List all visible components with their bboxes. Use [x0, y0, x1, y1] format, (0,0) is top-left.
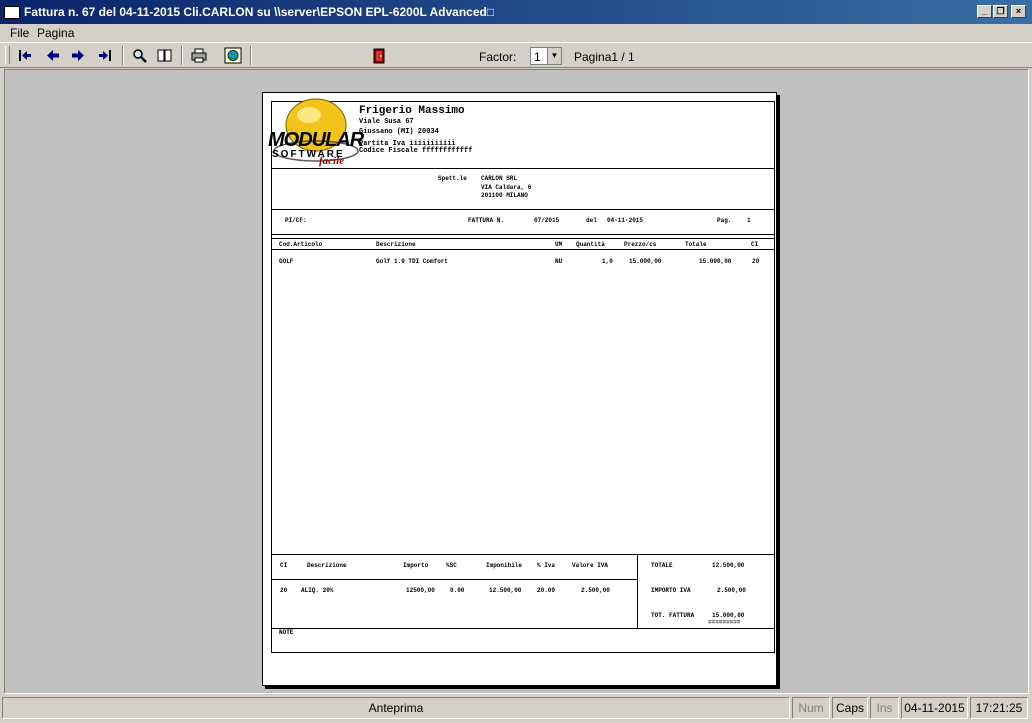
divider — [271, 628, 775, 629]
toolbar: Factor: 1 ▼ Pagina1 / 1 — [0, 42, 1032, 68]
col-total: Totale — [685, 241, 707, 248]
vat-col-value: Valore IVA — [572, 562, 609, 569]
toolbar-grip — [5, 46, 10, 64]
two-pages-icon[interactable] — [156, 47, 174, 64]
vat-row-ci: 20 — [280, 587, 288, 594]
menu-bar: File Pagina — [0, 24, 1032, 42]
col-description: Descrizione — [376, 241, 416, 248]
toolbar-separator — [122, 46, 124, 65]
row-description: Golf 1.9 TDI Comfort — [376, 258, 449, 265]
status-caps: Caps — [832, 697, 868, 719]
divider — [271, 249, 775, 250]
company-fiscal-code: Codice Fiscale ffffffffffff — [359, 147, 473, 155]
col-price: Prezzo/cs — [624, 241, 657, 248]
row-ci: 20 — [752, 258, 760, 265]
row-code: GOLF — [279, 258, 294, 265]
col-code: Cod.Articolo — [279, 241, 323, 248]
recipient-label: Spett.le — [438, 175, 467, 182]
vat-col-discount: %SC — [446, 562, 457, 569]
divider — [271, 579, 637, 580]
invoice-total-value: 15.000,00 — [712, 612, 745, 619]
status-ins: Ins — [870, 697, 899, 719]
vat-col-rate: % Iva — [537, 562, 556, 569]
factor-select[interactable]: 1 ▼ — [530, 47, 562, 65]
previous-page-icon[interactable] — [44, 47, 62, 64]
toolbar-separator — [181, 46, 183, 65]
row-total: 15.000,00 — [699, 258, 732, 265]
status-main: Anteprima — [2, 697, 790, 719]
window-icon — [4, 6, 20, 19]
menu-pagina[interactable]: Pagina — [37, 26, 74, 40]
page-number: 1 — [747, 217, 751, 224]
restore-button[interactable]: ❐ — [993, 5, 1008, 18]
vat-row-value: 2.500,00 — [581, 587, 610, 594]
row-price: 15.000,00 — [629, 258, 662, 265]
divider — [637, 554, 638, 629]
divider — [271, 209, 775, 210]
last-page-icon[interactable] — [96, 47, 114, 64]
row-quantity: 1,0 — [602, 258, 613, 265]
col-quantity: Quantità — [576, 241, 605, 248]
minimize-button[interactable]: _ — [977, 5, 992, 18]
invoice-number: 67/2015 — [534, 217, 560, 224]
exit-door-icon[interactable] — [370, 47, 388, 64]
company-name: Frigerio Massimo — [359, 105, 465, 117]
invoice-total-label: TOT. FATTURA — [651, 612, 695, 619]
date-label: del — [586, 217, 597, 224]
vat-row-amount: 12500,00 — [406, 587, 435, 594]
status-num: Num — [792, 697, 830, 719]
page-indicator: Pagina1 / 1 — [574, 50, 635, 64]
first-page-icon[interactable] — [16, 47, 34, 64]
divider — [271, 554, 775, 555]
divider — [271, 234, 775, 235]
toolbar-separator — [250, 46, 252, 65]
vat-col-amount: Importo — [403, 562, 429, 569]
close-button[interactable]: × — [1011, 5, 1026, 18]
export-globe-icon[interactable] — [224, 47, 242, 64]
vat-amount-label: IMPORTO IVA — [651, 587, 691, 594]
vat-col-description: Descrizione — [307, 562, 347, 569]
chevron-down-icon[interactable]: ▼ — [547, 48, 561, 64]
total-value: 12.500,00 — [712, 562, 745, 569]
window-title: Fattura n. 67 del 04-11-2015 Cli.CARLON … — [24, 5, 495, 19]
recipient-city: 201100 MILANO — [481, 192, 528, 199]
recipient-street: VIA Caldara, 6 — [481, 184, 532, 191]
document-type: FATTURA N. — [468, 217, 505, 224]
vat-amount-value: 2.500,00 — [717, 587, 746, 594]
vat-row-rate: 20.00 — [537, 587, 556, 594]
pi-cf-label: PI/CF: — [285, 217, 307, 224]
logo-text-facile: facile — [319, 155, 345, 167]
company-address: Viale Susa 67 — [359, 118, 414, 126]
recipient-name: CARLON SRL — [481, 175, 518, 182]
invoice-date: 04-11-2015 — [607, 217, 644, 224]
vat-row-discount: 0.00 — [450, 587, 465, 594]
vat-row-taxable: 12.500,00 — [489, 587, 522, 594]
row-um: NU — [555, 258, 563, 265]
menu-file[interactable]: File — [10, 26, 29, 40]
status-bar: Anteprima Num Caps Ins 04-11-2015 17:21:… — [0, 695, 1032, 723]
total-label: TOTALE — [651, 562, 673, 569]
page-number-label: Pag. — [717, 217, 732, 224]
total-underline: ========= — [708, 619, 741, 626]
printer-icon[interactable] — [190, 47, 208, 64]
col-um: UM — [555, 241, 563, 248]
divider — [271, 168, 775, 169]
status-date: 04-11-2015 — [901, 697, 968, 719]
factor-value: 1 — [534, 50, 541, 64]
notes-label: NOTE — [279, 629, 294, 636]
invoice-page: MODULAR SOFTWARE facile Frigerio Massimo… — [262, 92, 777, 686]
status-time: 17:21:25 — [970, 697, 1028, 719]
title-bar: Fattura n. 67 del 04-11-2015 Cli.CARLON … — [0, 0, 1032, 24]
vat-col-ci: CI — [280, 562, 288, 569]
zoom-icon[interactable] — [131, 47, 149, 64]
col-ci: CI — [751, 241, 759, 248]
vat-row-description: ALIQ. 20% — [301, 587, 334, 594]
company-city: Giussano (MI) 20034 — [359, 128, 439, 136]
factor-label: Factor: — [479, 50, 517, 64]
vat-col-taxable: Imponibile — [486, 562, 523, 569]
divider — [271, 238, 775, 239]
next-page-icon[interactable] — [69, 47, 87, 64]
